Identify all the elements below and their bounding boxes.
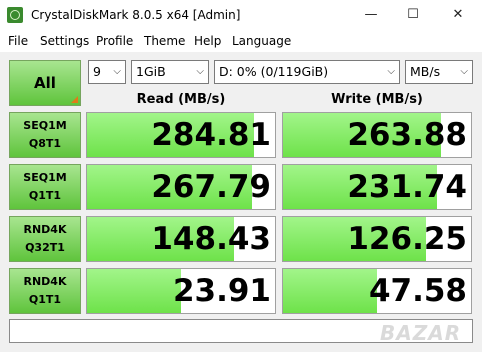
test-name: RND4K (23, 223, 67, 236)
test-size-value: 1GiB (136, 64, 166, 79)
write-value: 263.88 (347, 117, 467, 153)
unit-select[interactable]: MB/s ⌵ (405, 60, 473, 84)
menu-bar: File Settings Profile Theme Help Languag… (0, 30, 482, 52)
chevron-down-icon: ⌵ (113, 66, 121, 77)
watermark-logo: BAZAR (380, 318, 480, 348)
test-rnd4k-q32t1-button[interactable]: RND4K Q32T1 (9, 216, 81, 262)
test-name: SEQ1M (23, 171, 67, 184)
chevron-down-icon: ⌵ (460, 66, 468, 77)
read-value: 267.79 (151, 169, 271, 205)
run-all-button[interactable]: All (9, 60, 81, 106)
test-params: Q1T1 (28, 189, 62, 202)
write-value: 231.74 (347, 169, 467, 205)
read-value: 148.43 (151, 221, 271, 257)
test-params: Q8T1 (28, 137, 62, 150)
test-count-value: 9 (93, 64, 101, 79)
app-icon (7, 7, 23, 23)
read-value: 23.91 (172, 273, 271, 309)
run-all-label: All (34, 74, 56, 92)
menu-file[interactable]: File (8, 33, 28, 49)
write-value: 47.58 (368, 273, 467, 309)
write-result: 126.25 (282, 216, 472, 262)
test-seq1m-q1t1-button[interactable]: SEQ1M Q1T1 (9, 164, 81, 210)
chevron-down-icon: ⌵ (387, 66, 395, 77)
maximize-button[interactable]: ☐ (391, 0, 435, 30)
write-value: 126.25 (347, 221, 467, 257)
menu-profile[interactable]: Profile (96, 33, 133, 49)
test-params: Q1T1 (28, 293, 62, 306)
corner-marker-icon (71, 96, 78, 103)
test-params: Q32T1 (25, 241, 65, 254)
test-count-select[interactable]: 9 ⌵ (88, 60, 126, 84)
read-value: 284.81 (151, 117, 271, 153)
menu-settings[interactable]: Settings (40, 33, 89, 49)
read-result: 148.43 (86, 216, 276, 262)
close-button[interactable]: ✕ (436, 0, 480, 30)
write-result: 263.88 (282, 112, 472, 158)
write-header: Write (MB/s) (331, 92, 423, 107)
read-progress-bar (87, 269, 181, 313)
chevron-down-icon: ⌵ (196, 66, 204, 77)
watermark-text: BAZAR (380, 321, 462, 345)
read-result: 23.91 (86, 268, 276, 314)
read-result: 267.79 (86, 164, 276, 210)
test-seq1m-q8t1-button[interactable]: SEQ1M Q8T1 (9, 112, 81, 158)
test-name: SEQ1M (23, 119, 67, 132)
test-rnd4k-q1t1-button[interactable]: RND4K Q1T1 (9, 268, 81, 314)
window-title: CrystalDiskMark 8.0.5 x64 [Admin] (31, 8, 241, 22)
drive-value: D: 0% (0/119GiB) (219, 64, 329, 79)
test-size-select[interactable]: 1GiB ⌵ (131, 60, 209, 84)
minimize-button[interactable]: — (349, 0, 393, 30)
write-progress-bar (283, 269, 377, 313)
title-bar: CrystalDiskMark 8.0.5 x64 [Admin] — ☐ ✕ (0, 0, 482, 30)
menu-theme[interactable]: Theme (144, 33, 185, 49)
menu-language[interactable]: Language (232, 33, 291, 49)
write-result: 231.74 (282, 164, 472, 210)
drive-select[interactable]: D: 0% (0/119GiB) ⌵ (214, 60, 400, 84)
menu-help[interactable]: Help (194, 33, 221, 49)
write-result: 47.58 (282, 268, 472, 314)
read-header: Read (MB/s) (136, 92, 226, 107)
test-name: RND4K (23, 275, 67, 288)
unit-value: MB/s (410, 64, 441, 79)
read-result: 284.81 (86, 112, 276, 158)
